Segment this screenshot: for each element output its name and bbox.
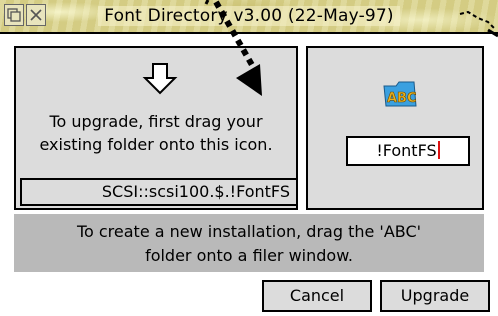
font-directory-window: Font Directory v3.00 (22-May-97) To upgr… xyxy=(0,0,498,316)
upgrade-instruction-line1: To upgrade, first drag your xyxy=(49,112,263,131)
cancel-button[interactable]: Cancel xyxy=(262,280,372,312)
install-name-input[interactable]: !FontFS xyxy=(346,136,470,166)
abc-icon-text: ABC xyxy=(387,91,417,106)
window-title: Font Directory v3.00 (22-May-97) xyxy=(0,6,498,26)
install-name-value: !FontFS xyxy=(376,141,437,160)
existing-path-field: SCSI::scsi100.$.!FontFS xyxy=(20,178,298,206)
info-line1: To create a new installation, drag the '… xyxy=(76,222,422,241)
text-caret xyxy=(437,141,440,159)
info-message: To create a new installation, drag the '… xyxy=(14,214,484,272)
info-line2: folder onto a filer window. xyxy=(145,246,353,265)
upgrade-button[interactable]: Upgrade xyxy=(380,280,490,312)
down-arrow-icon[interactable] xyxy=(142,62,178,96)
abc-folder-icon[interactable]: ABC xyxy=(380,76,420,110)
title-bar[interactable]: Font Directory v3.00 (22-May-97) xyxy=(0,0,498,34)
install-panel: ABC !FontFS xyxy=(306,46,484,210)
upgrade-instructions: To upgrade, first drag your existing fol… xyxy=(16,110,296,156)
upgrade-instruction-line2: existing folder onto this icon. xyxy=(39,135,273,154)
